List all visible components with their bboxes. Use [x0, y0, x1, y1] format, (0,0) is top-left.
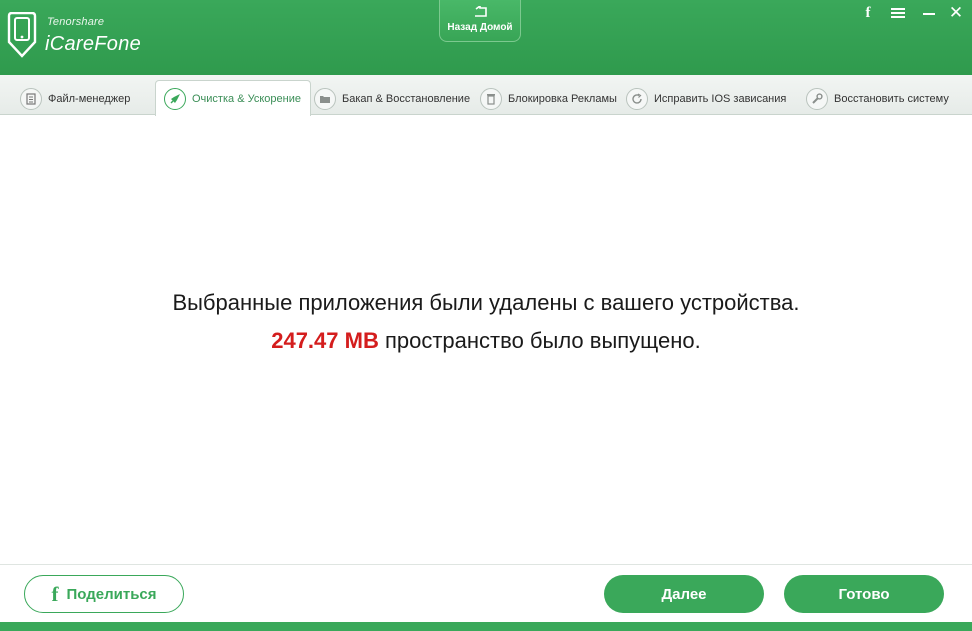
- result-message: Выбранные приложения были удалены с ваше…: [172, 290, 800, 315]
- next-button[interactable]: Далее: [604, 575, 764, 613]
- feature-tab-bar: Файл-менеджер Очистка & Ускорение Бакап …: [0, 75, 972, 116]
- action-footer: f Поделиться Далее Готово: [0, 564, 972, 622]
- hamburger-menu-icon: [891, 8, 905, 18]
- tab-backup-restore[interactable]: Бакап & Восстановление: [314, 83, 470, 115]
- tab-label: Файл-менеджер: [48, 93, 131, 105]
- menu-icon[interactable]: [887, 4, 909, 22]
- close-icon[interactable]: ✕: [945, 3, 967, 22]
- wrench-icon: [806, 88, 828, 110]
- file-manager-icon: [20, 88, 42, 110]
- tab-repair-system[interactable]: Восстановить систему: [806, 83, 949, 115]
- freed-space-message: 247.47 MB пространство было выпущено.: [0, 328, 972, 354]
- tab-label: Исправить IOS зависания: [654, 93, 787, 105]
- done-button[interactable]: Готово: [784, 575, 944, 613]
- tab-label: Бакап & Восстановление: [342, 93, 471, 105]
- tab-label: Очистка & Ускорение: [192, 92, 301, 105]
- tab-file-manager[interactable]: Файл-менеджер: [20, 83, 130, 115]
- icarefone-logo-icon: [7, 12, 37, 58]
- main-content: Выбранные приложения были удалены с ваше…: [0, 116, 972, 564]
- tab-label: Блокировка Рекламы: [508, 93, 617, 105]
- brand-product: iCareFone: [45, 33, 142, 55]
- trash-icon: [480, 88, 502, 110]
- rocket-icon: [164, 87, 186, 110]
- tab-label: Восстановить систему: [834, 93, 949, 105]
- title-bar: Tenorshare iCareFone Назад Домой f ✕: [0, 0, 972, 75]
- refresh-icon: [626, 88, 648, 110]
- share-label: Поделиться: [66, 585, 157, 603]
- back-home-icon: [475, 6, 487, 17]
- bottom-accent-bar: [0, 622, 972, 631]
- back-home-button[interactable]: Назад Домой: [439, 0, 521, 42]
- share-button[interactable]: f Поделиться: [24, 575, 184, 613]
- tab-ad-block[interactable]: Блокировка Рекламы: [480, 83, 617, 115]
- back-home-label: Назад Домой: [447, 22, 513, 33]
- facebook-icon[interactable]: f: [857, 4, 879, 22]
- freed-space-amount: 247.47 MB: [271, 328, 379, 353]
- freed-space-suffix: пространство было выпущено.: [384, 328, 701, 353]
- brand-company: Tenorshare: [47, 16, 105, 28]
- minimize-line-icon: [923, 13, 935, 15]
- tab-cleanup-speedup[interactable]: Очистка & Ускорение: [155, 80, 311, 116]
- tab-fix-ios-stuck[interactable]: Исправить IOS зависания: [626, 83, 786, 115]
- folder-icon: [314, 88, 336, 110]
- facebook-icon: f: [51, 581, 59, 606]
- minimize-icon[interactable]: [918, 4, 940, 22]
